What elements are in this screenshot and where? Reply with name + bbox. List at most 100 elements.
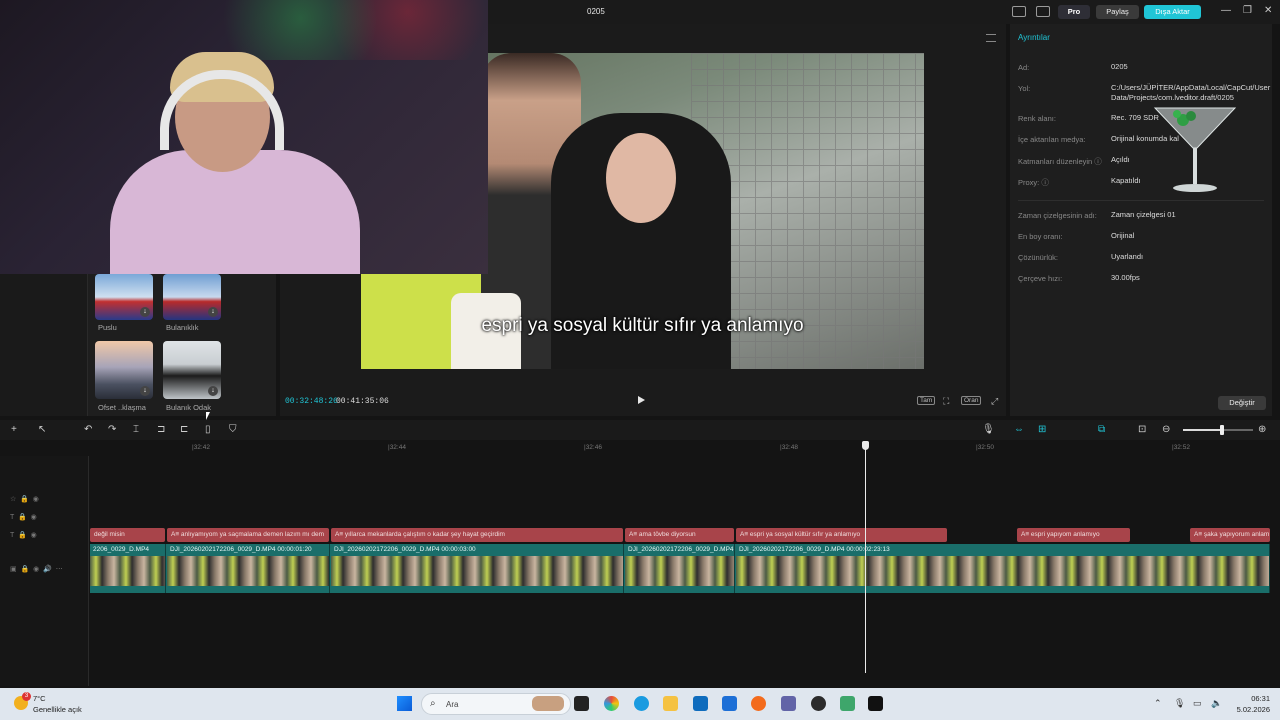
text-clip[interactable]: A≡ espri ya sosyal kültür sıfır ya anlam… bbox=[736, 528, 947, 542]
layout-icon[interactable] bbox=[1012, 6, 1026, 17]
effect-thumb-puslu[interactable]: ↓ bbox=[95, 274, 153, 320]
redo-icon[interactable]: ↷ bbox=[108, 424, 116, 435]
link-icon[interactable]: ⇔ bbox=[1014, 424, 1024, 435]
microphone-icon[interactable]: 🎙 bbox=[982, 424, 995, 435]
divider bbox=[1018, 200, 1264, 201]
firefox-icon[interactable] bbox=[751, 696, 766, 711]
download-icon[interactable]: ↓ bbox=[140, 386, 150, 396]
detail-value: Açıldı bbox=[1111, 155, 1130, 164]
play-icon[interactable] bbox=[638, 396, 645, 404]
clock-time[interactable]: 06:31 bbox=[1244, 694, 1270, 703]
track-header-sticker[interactable]: ☆ 🔒 ◉ bbox=[10, 495, 39, 503]
network-icon[interactable]: ▭ bbox=[1193, 698, 1202, 709]
delete-icon[interactable]: ▯ bbox=[205, 424, 211, 435]
download-icon[interactable]: ↓ bbox=[208, 386, 218, 396]
clip-name: DJI_20260202172206_0029_D.MP4 00:00:03:0… bbox=[334, 546, 476, 553]
effect-label: Bulanık Odak bbox=[166, 403, 212, 412]
timeline-ruler[interactable]: |32:42 |32:44 |32:46 |32:48 |32:50 |32:5… bbox=[90, 440, 1280, 456]
track-header-main[interactable]: ▣ 🔒 ◉ 🔊 ⋯ bbox=[10, 565, 63, 573]
detail-value: 30.00fps bbox=[1111, 273, 1140, 282]
ruler-tick: |32:42 bbox=[192, 444, 210, 451]
volume-icon[interactable]: 🔈 bbox=[1211, 698, 1222, 709]
task-view-icon[interactable] bbox=[574, 696, 589, 711]
windows-start-icon[interactable] bbox=[397, 696, 412, 711]
detail-value: Orijinal bbox=[1111, 231, 1135, 240]
zoom-slider[interactable] bbox=[1183, 425, 1253, 435]
add-track-icon[interactable]: + bbox=[11, 424, 17, 435]
outlook-icon[interactable] bbox=[722, 696, 737, 711]
detail-label: Yol: bbox=[1018, 84, 1031, 93]
track-header-text[interactable]: T 🔒 ◉ bbox=[10, 513, 37, 521]
zoom-slider-handle[interactable] bbox=[1220, 425, 1224, 435]
expand-icon[interactable]: ⤢ bbox=[989, 396, 1000, 407]
text-clip[interactable]: A≡ anlıyamıyom ya saçmalama demen lazım … bbox=[167, 528, 329, 542]
weather-badge: 3 bbox=[22, 692, 31, 701]
minimize-icon[interactable]: — bbox=[1221, 5, 1231, 16]
change-button[interactable]: Değiştir bbox=[1218, 396, 1266, 410]
detail-value: Uyarlandı bbox=[1111, 252, 1144, 261]
store-icon[interactable] bbox=[693, 696, 708, 711]
weather-description[interactable]: Genellikle açık bbox=[33, 705, 82, 714]
trim-left-icon[interactable]: ⊐ bbox=[157, 424, 165, 435]
copilot-icon[interactable] bbox=[604, 696, 619, 711]
video-clip[interactable]: DJI_20260202172206_0029_D.MP4 00:00:02:2… bbox=[736, 544, 1270, 593]
undo-icon[interactable]: ↶ bbox=[84, 424, 92, 435]
obs-icon[interactable] bbox=[811, 696, 826, 711]
effect-thumb-bulanik-odak[interactable]: ↓ bbox=[163, 341, 221, 399]
ruler-tick: |32:48 bbox=[780, 444, 798, 451]
split-icon[interactable]: ⌶ bbox=[133, 424, 139, 435]
download-icon[interactable]: ↓ bbox=[140, 307, 150, 317]
search-icon: ⌕ bbox=[430, 698, 436, 709]
text-clip[interactable]: A≡ yıllarca mekanlarda çalıştım o kadar … bbox=[331, 528, 623, 542]
effect-label: Ofset ..klaşma bbox=[98, 403, 146, 412]
select-tool-icon[interactable]: ↖ bbox=[38, 424, 46, 435]
clock-date[interactable]: 5.02.2026 bbox=[1228, 705, 1270, 714]
text-clip[interactable]: A≡ espri yapıyom anlamıyo bbox=[1017, 528, 1130, 542]
zoom-in-icon[interactable]: ⊕ bbox=[1258, 424, 1266, 435]
video-clip[interactable]: DJI_20260202172206_0029_D.MP4 bbox=[625, 544, 735, 593]
download-icon[interactable]: ↓ bbox=[208, 307, 218, 317]
video-clip[interactable]: DJI_20260202172206_0029_D.MP4 00:00:01:2… bbox=[167, 544, 330, 593]
effect-thumb-bulaniklik[interactable]: ↓ bbox=[163, 274, 221, 320]
zoom-out-icon[interactable]: ⊖ bbox=[1162, 424, 1170, 435]
effect-label: Puslu bbox=[98, 323, 117, 332]
notepad-icon[interactable] bbox=[840, 696, 855, 711]
capcut-taskbar-icon[interactable] bbox=[868, 696, 883, 711]
snapshot-icon[interactable]: ⛶ bbox=[941, 396, 951, 407]
preview-axis-icon[interactable]: ⧉ bbox=[1098, 424, 1105, 435]
video-clip[interactable]: DJI_20260202172206_0029_D.MP4 00:00:03:0… bbox=[331, 544, 624, 593]
effect-thumb-ofset[interactable]: ↓ bbox=[95, 341, 153, 399]
chevron-up-icon[interactable]: ⌃ bbox=[1154, 698, 1162, 709]
pro-button[interactable]: Pro bbox=[1058, 5, 1090, 19]
export-button[interactable]: Dışa Aktar bbox=[1144, 5, 1201, 19]
trim-right-icon[interactable]: ⊏ bbox=[180, 424, 188, 435]
file-explorer-icon[interactable] bbox=[663, 696, 678, 711]
shield-icon[interactable]: ⛉ bbox=[229, 424, 237, 435]
menu-icon[interactable] bbox=[986, 34, 996, 42]
text-clip[interactable]: değil misin bbox=[90, 528, 165, 542]
text-clip[interactable]: A≡ şaka yapıyorum anlam bbox=[1190, 528, 1270, 542]
magnet-icon[interactable]: ⊞ bbox=[1038, 424, 1046, 435]
microphone-tray-icon[interactable]: 🎙 bbox=[1174, 698, 1185, 709]
ratio-button[interactable]: Oran bbox=[961, 396, 982, 405]
search-highlight-icon[interactable] bbox=[532, 696, 564, 711]
weather-temperature[interactable]: 7°C bbox=[33, 694, 46, 703]
playhead-handle[interactable] bbox=[862, 441, 869, 450]
caption-icon[interactable]: ⊡ bbox=[1138, 424, 1146, 435]
maximize-icon[interactable]: ❐ bbox=[1243, 5, 1252, 16]
mouse-cursor bbox=[206, 412, 210, 420]
text-clip[interactable]: A≡ ama tövbe diyorsun bbox=[625, 528, 734, 542]
track-header-text[interactable]: T 🔒 ◉ bbox=[10, 531, 37, 539]
video-clip[interactable]: 2206_0029_D.MP4 bbox=[90, 544, 166, 593]
track-headers: ☆ 🔒 ◉ T 🔒 ◉ T 🔒 ◉ ▣ 🔒 ◉ 🔊 ⋯ bbox=[0, 456, 89, 686]
teams-icon[interactable] bbox=[781, 696, 796, 711]
edge-icon[interactable] bbox=[634, 696, 649, 711]
subtitle-text[interactable]: espri ya sosyal kültür sıfır ya anlamıyo bbox=[361, 315, 924, 337]
keyboard-icon[interactable] bbox=[1036, 6, 1050, 17]
search-placeholder: Ara bbox=[446, 700, 459, 709]
fullscreen-toggle[interactable]: Tam bbox=[917, 396, 936, 405]
close-icon[interactable]: ✕ bbox=[1264, 5, 1272, 16]
playhead[interactable] bbox=[865, 441, 866, 673]
detail-value: C:/Users/JÜPİTER/AppData/Local/CapCut/Us… bbox=[1111, 83, 1271, 102]
share-button[interactable]: Paylaş bbox=[1096, 5, 1139, 19]
